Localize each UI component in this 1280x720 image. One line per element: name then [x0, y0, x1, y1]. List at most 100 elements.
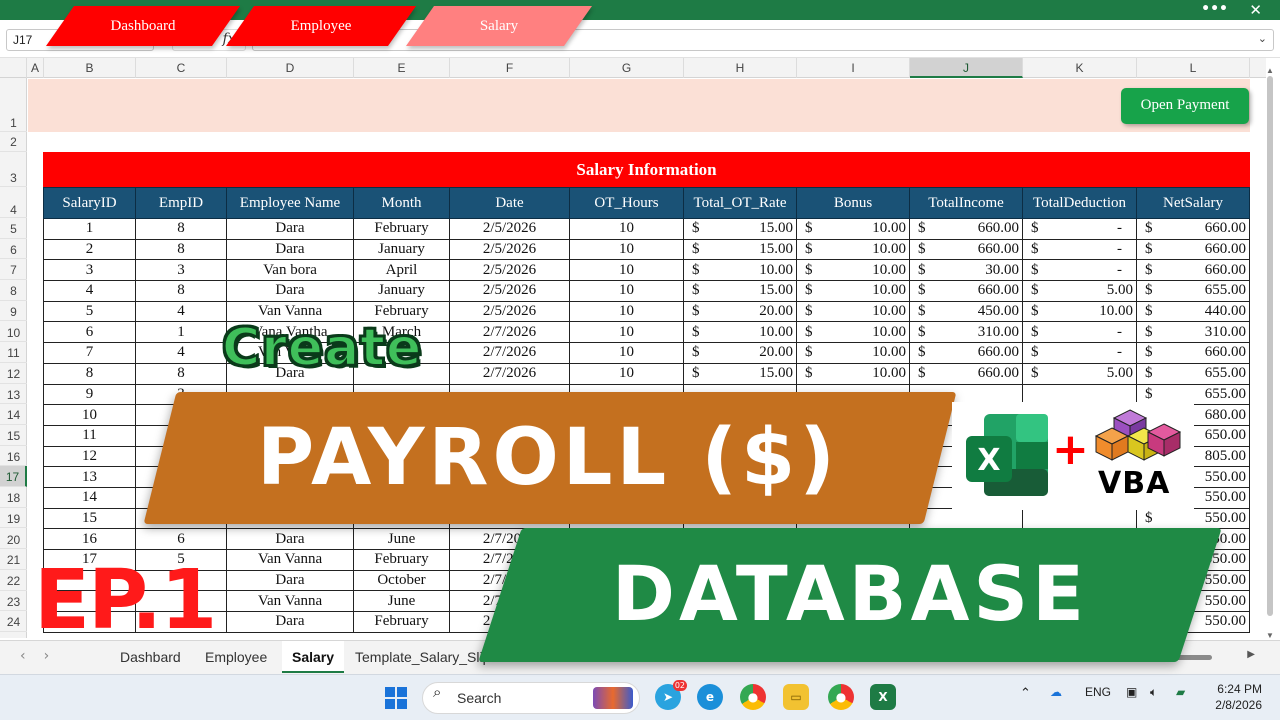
table-cell[interactable]: 8 [135, 280, 227, 302]
table-cell[interactable]: 660.00 [1136, 259, 1250, 282]
column-header-a[interactable]: A [27, 58, 44, 78]
table-cell[interactable]: June [353, 528, 450, 550]
column-title[interactable]: TotalDeduction [1022, 187, 1137, 219]
table-cell[interactable]: - [1022, 238, 1137, 261]
table-cell[interactable]: 14 [43, 486, 136, 509]
scroll-thumb[interactable] [1267, 76, 1273, 616]
table-cell[interactable]: 8 [135, 218, 227, 240]
row-header[interactable]: 18 [0, 487, 27, 508]
table-cell[interactable]: 11 [43, 424, 136, 447]
table-cell[interactable]: 660.00 [1136, 218, 1250, 240]
table-cell[interactable]: 440.00 [1136, 300, 1250, 323]
battery-icon[interactable]: ▰ [1176, 685, 1185, 699]
row-header[interactable]: 4 [0, 187, 27, 218]
table-cell[interactable]: 2/5/2026 [449, 259, 570, 282]
table-cell[interactable]: 2/5/2026 [449, 300, 570, 323]
table-cell[interactable]: 2/5/2026 [449, 218, 570, 240]
table-cell[interactable]: Dara [226, 569, 354, 592]
taskbar-search[interactable]: ⌕ Search [422, 682, 640, 714]
row-header[interactable]: 21 [0, 549, 27, 570]
table-cell[interactable]: 660.00 [909, 362, 1023, 385]
employee-nav-button[interactable]: Employee [225, 6, 417, 46]
table-cell[interactable]: 10.00 [796, 238, 910, 261]
table-cell[interactable]: 10 [569, 218, 684, 240]
vertical-scrollbar[interactable]: ▲ ▼ [1264, 66, 1276, 640]
table-cell[interactable]: 655.00 [1136, 280, 1250, 302]
file-explorer-icon[interactable]: ▭ [783, 684, 809, 710]
table-cell[interactable]: Dara [226, 238, 354, 261]
table-cell[interactable]: 1 [43, 218, 136, 240]
sheet-tab-template-salary-slip[interactable]: Template_Salary_Slip [345, 641, 500, 673]
column-header-k[interactable]: K [1023, 58, 1137, 78]
table-cell[interactable]: 4 [135, 300, 227, 323]
table-cell[interactable]: 30.00 [909, 259, 1023, 282]
row-header[interactable]: 17 [0, 466, 27, 488]
table-cell[interactable]: 1 [135, 321, 227, 344]
table-cell[interactable]: June [353, 590, 450, 613]
table-cell[interactable]: 10.00 [796, 300, 910, 323]
row-header[interactable]: 15 [0, 425, 27, 446]
column-title[interactable]: Bonus [796, 187, 910, 219]
row-header[interactable]: 24 [0, 611, 27, 632]
table-cell[interactable]: 660.00 [1136, 238, 1250, 261]
row-header[interactable]: 14 [0, 404, 27, 425]
column-title[interactable]: SalaryID [43, 187, 136, 219]
table-cell[interactable]: 10 [43, 404, 136, 426]
table-cell[interactable]: 550.00 [1136, 507, 1250, 530]
table-cell[interactable]: Dara [226, 280, 354, 302]
excel-icon[interactable]: X [870, 684, 896, 710]
row-header[interactable]: 5 [0, 218, 27, 239]
column-title[interactable]: OT_Hours [569, 187, 684, 219]
row-header[interactable]: 13 [0, 384, 27, 405]
table-cell[interactable]: 20.00 [683, 342, 797, 364]
table-cell[interactable]: Dara [226, 218, 354, 240]
table-cell[interactable]: 10 [569, 321, 684, 344]
table-cell[interactable]: 10.00 [683, 321, 797, 344]
table-cell[interactable]: 4 [135, 342, 227, 364]
expand-formula-icon[interactable]: ⌄ [1258, 32, 1267, 45]
table-cell[interactable]: 15.00 [683, 218, 797, 240]
row-header[interactable]: 2 [0, 132, 27, 152]
column-header-e[interactable]: E [354, 58, 450, 78]
table-cell[interactable]: - [1022, 259, 1137, 282]
language-indicator[interactable]: ENG [1085, 685, 1111, 699]
table-cell[interactable]: October [353, 569, 450, 592]
table-cell[interactable]: 660.00 [1136, 342, 1250, 364]
table-cell[interactable]: 12 [43, 445, 136, 468]
table-cell[interactable]: April [353, 259, 450, 282]
table-cell[interactable]: 310.00 [1136, 321, 1250, 344]
table-cell[interactable]: 13 [43, 466, 136, 488]
table-cell[interactable]: 10.00 [796, 259, 910, 282]
sheet-tab-salary[interactable]: Salary [282, 641, 345, 673]
table-cell[interactable]: Dara [226, 528, 354, 550]
column-header-h[interactable]: H [684, 58, 797, 78]
volume-icon[interactable]: 🔈︎ [1150, 685, 1157, 700]
column-header-f[interactable]: F [450, 58, 570, 78]
system-clock[interactable]: 6:24 PM 2/8/2026 [1215, 681, 1262, 713]
table-cell[interactable]: 3 [43, 259, 136, 282]
close-icon[interactable]: ✕ [1249, 0, 1262, 20]
row-header[interactable]: 19 [0, 508, 27, 529]
table-cell[interactable]: - [1022, 342, 1137, 364]
table-cell[interactable]: 660.00 [909, 238, 1023, 261]
column-title[interactable]: TotalIncome [909, 187, 1023, 219]
row-header[interactable]: 10 [0, 322, 27, 343]
table-cell[interactable]: 10.00 [1022, 300, 1137, 323]
table-cell[interactable]: 8 [135, 238, 227, 261]
more-options-icon[interactable]: ••• [1201, 0, 1228, 18]
table-cell[interactable]: 4 [43, 280, 136, 302]
edge-icon[interactable]: e [697, 684, 723, 710]
table-cell[interactable]: - [1022, 321, 1137, 344]
row-header[interactable]: 7 [0, 259, 27, 281]
table-cell[interactable]: 10 [569, 300, 684, 323]
table-cell[interactable]: 20.00 [683, 300, 797, 323]
row-header[interactable]: 16 [0, 446, 27, 467]
table-cell[interactable]: 6 [135, 528, 227, 550]
table-cell[interactable]: 10.00 [683, 259, 797, 282]
table-cell[interactable]: 10 [569, 238, 684, 261]
row-header[interactable]: 9 [0, 301, 27, 322]
column-title[interactable]: Employee Name [226, 187, 354, 219]
table-cell[interactable]: Van Vanna [226, 549, 354, 571]
table-cell[interactable]: 9 [43, 383, 136, 406]
table-cell[interactable]: February [353, 218, 450, 240]
